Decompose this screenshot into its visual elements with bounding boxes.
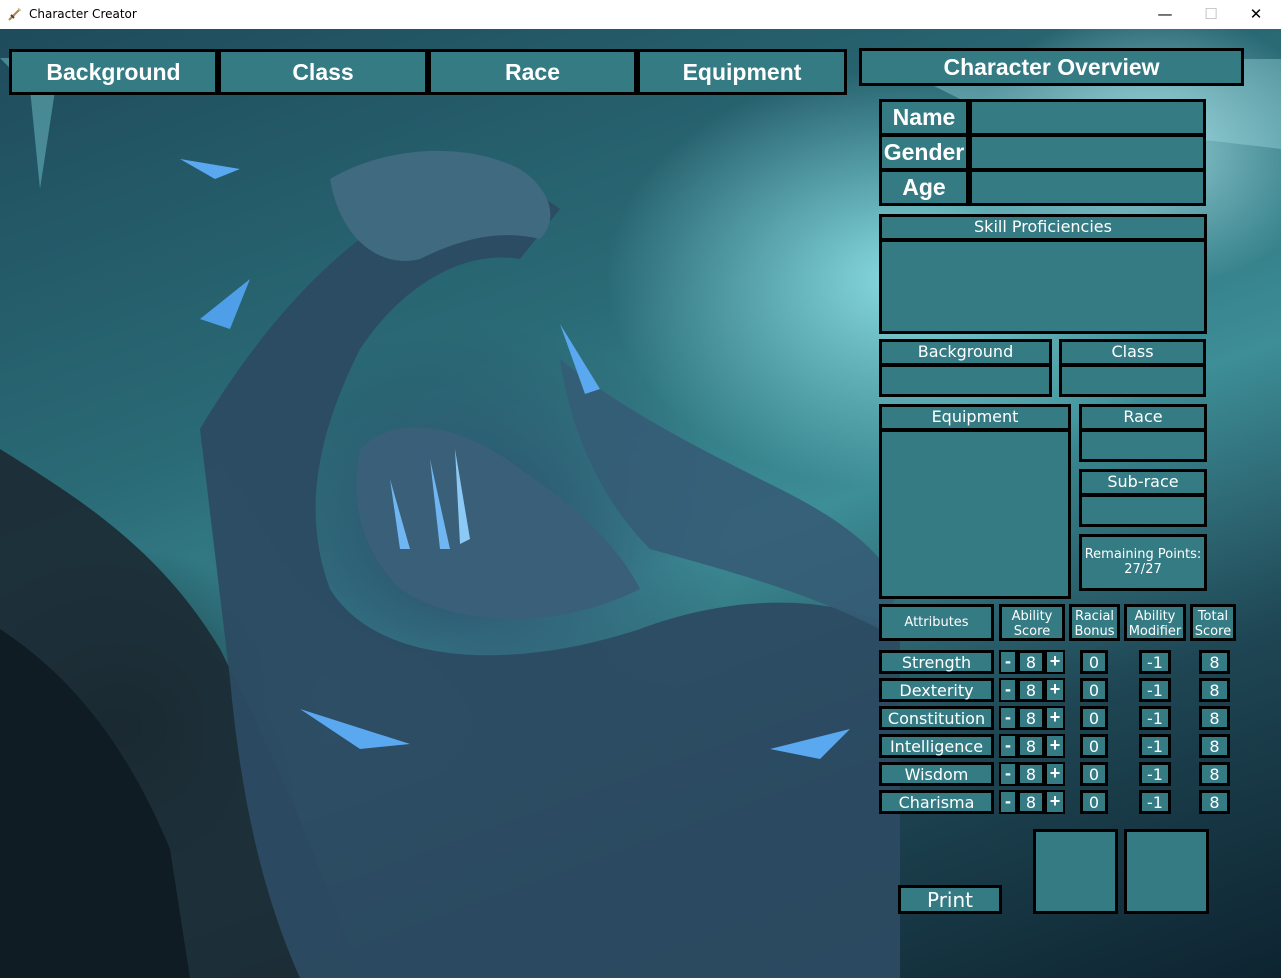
equipment-label: Equipment bbox=[879, 404, 1071, 431]
racial-bonus-value: 0 bbox=[1080, 678, 1108, 702]
header-line: Total bbox=[1197, 609, 1229, 624]
close-button[interactable]: ✕ bbox=[1233, 0, 1279, 29]
ability-score-value: 8 bbox=[1017, 678, 1045, 702]
print-button[interactable]: Print bbox=[898, 885, 1002, 914]
portrait-box-left bbox=[1033, 829, 1118, 914]
racial-bonus-value: 0 bbox=[1080, 650, 1108, 674]
attribute-name: Wisdom bbox=[879, 762, 994, 786]
increase-button[interactable]: + bbox=[1045, 678, 1065, 702]
age-label: Age bbox=[879, 169, 969, 206]
tab-race[interactable]: Race bbox=[428, 49, 637, 95]
ability-modifier-header: Ability Modifier bbox=[1124, 604, 1186, 641]
attributes-header: Attributes bbox=[879, 604, 994, 641]
portrait-box-right bbox=[1124, 829, 1209, 914]
background-value bbox=[879, 364, 1052, 397]
header-line: Score bbox=[1194, 624, 1232, 639]
decrease-button[interactable]: - bbox=[999, 762, 1017, 786]
sword-icon bbox=[8, 7, 22, 21]
race-value bbox=[1079, 429, 1207, 462]
header-line: Racial bbox=[1074, 609, 1115, 624]
class-value bbox=[1059, 364, 1206, 397]
ability-modifier-value: -1 bbox=[1139, 706, 1171, 730]
total-score-header: Total Score bbox=[1190, 604, 1236, 641]
total-score-value: 8 bbox=[1199, 706, 1230, 730]
maximize-button[interactable]: ☐ bbox=[1188, 0, 1234, 29]
name-field[interactable] bbox=[969, 99, 1206, 136]
tab-class[interactable]: Class bbox=[218, 49, 428, 95]
ability-modifier-value: -1 bbox=[1139, 762, 1171, 786]
ability-score-value: 8 bbox=[1017, 706, 1045, 730]
subrace-value bbox=[1079, 494, 1207, 527]
header-line: Ability bbox=[1134, 609, 1176, 624]
header-line: Bonus bbox=[1074, 624, 1115, 639]
decrease-button[interactable]: - bbox=[999, 790, 1017, 814]
race-label: Race bbox=[1079, 404, 1207, 431]
minimize-button[interactable]: — bbox=[1142, 0, 1188, 29]
remaining-points-value: 27/27 bbox=[1124, 562, 1162, 577]
overview-title: Character Overview bbox=[859, 48, 1244, 86]
ability-score-value: 8 bbox=[1017, 734, 1045, 758]
attribute-name: Strength bbox=[879, 650, 994, 674]
header-line: Score bbox=[1013, 624, 1051, 639]
decrease-button[interactable]: - bbox=[999, 678, 1017, 702]
racial-bonus-value: 0 bbox=[1080, 762, 1108, 786]
total-score-value: 8 bbox=[1199, 650, 1230, 674]
age-field[interactable] bbox=[969, 169, 1206, 206]
tab-equipment[interactable]: Equipment bbox=[637, 49, 847, 95]
subrace-label: Sub-race bbox=[1079, 469, 1207, 496]
skill-proficiencies-label: Skill Proficiencies bbox=[879, 214, 1207, 241]
background-label: Background bbox=[879, 339, 1052, 366]
racial-bonus-value: 0 bbox=[1080, 734, 1108, 758]
racial-bonus-value: 0 bbox=[1080, 790, 1108, 814]
window-title: Character Creator bbox=[29, 7, 137, 21]
equipment-box bbox=[879, 429, 1071, 599]
gender-field[interactable] bbox=[969, 134, 1206, 171]
ability-modifier-value: -1 bbox=[1139, 678, 1171, 702]
attribute-name: Dexterity bbox=[879, 678, 994, 702]
skill-proficiencies-box bbox=[879, 239, 1207, 334]
increase-button[interactable]: + bbox=[1045, 790, 1065, 814]
tab-background[interactable]: Background bbox=[9, 49, 218, 95]
decrease-button[interactable]: - bbox=[999, 734, 1017, 758]
total-score-value: 8 bbox=[1199, 762, 1230, 786]
ability-score-value: 8 bbox=[1017, 790, 1045, 814]
remaining-points-label: Remaining Points: bbox=[1084, 547, 1202, 562]
racial-bonus-value: 0 bbox=[1080, 706, 1108, 730]
remaining-points: Remaining Points: 27/27 bbox=[1079, 534, 1207, 591]
total-score-value: 8 bbox=[1199, 790, 1230, 814]
ability-score-header: Ability Score bbox=[999, 604, 1065, 641]
header-line: Modifier bbox=[1128, 624, 1182, 639]
increase-button[interactable]: + bbox=[1045, 650, 1065, 674]
attribute-name: Constitution bbox=[879, 706, 994, 730]
ability-modifier-value: -1 bbox=[1139, 650, 1171, 674]
attribute-name: Charisma bbox=[879, 790, 994, 814]
total-score-value: 8 bbox=[1199, 678, 1230, 702]
attribute-name: Intelligence bbox=[879, 734, 994, 758]
increase-button[interactable]: + bbox=[1045, 734, 1065, 758]
header-line: Ability bbox=[1011, 609, 1053, 624]
ability-score-value: 8 bbox=[1017, 650, 1045, 674]
ability-modifier-value: -1 bbox=[1139, 734, 1171, 758]
ability-score-value: 8 bbox=[1017, 762, 1045, 786]
total-score-value: 8 bbox=[1199, 734, 1230, 758]
racial-bonus-header: Racial Bonus bbox=[1069, 604, 1120, 641]
class-label: Class bbox=[1059, 339, 1206, 366]
decrease-button[interactable]: - bbox=[999, 650, 1017, 674]
increase-button[interactable]: + bbox=[1045, 762, 1065, 786]
ability-modifier-value: -1 bbox=[1139, 790, 1171, 814]
gender-label: Gender bbox=[879, 134, 969, 171]
title-bar: Character Creator — ☐ ✕ bbox=[0, 0, 1281, 29]
decrease-button[interactable]: - bbox=[999, 706, 1017, 730]
name-label: Name bbox=[879, 99, 969, 136]
increase-button[interactable]: + bbox=[1045, 706, 1065, 730]
